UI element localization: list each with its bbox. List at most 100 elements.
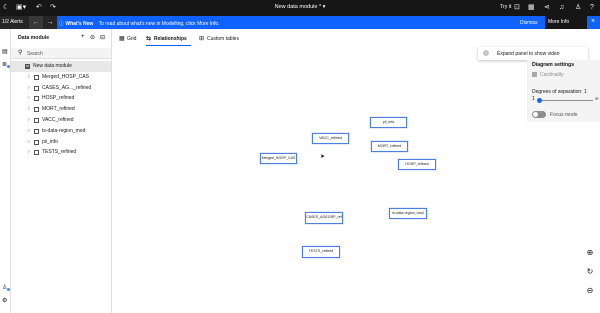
more-info-button[interactable]: More Info [545,16,587,29]
help-icon[interactable]: ? [590,3,594,13]
grid-icon: ▦ [119,36,125,42]
tree-item-label: CASES_AG..._refined [42,84,92,91]
zoom-in-button[interactable]: ⊕ [581,244,599,262]
alert-heading: What's New [65,20,94,27]
table-icon [34,117,39,123]
table-icon [34,85,39,91]
alert-count: 1/2 Alerts [0,16,29,29]
table-icon [34,107,39,113]
table-node[interactable]: VACC_refined [312,133,349,144]
relationships-icon: ⇆ [146,36,152,42]
chevron-right-icon[interactable]: › [28,93,30,104]
tree-item-label: HOSP_refined [42,95,75,102]
close-icon[interactable]: × [591,18,595,25]
degrees-max: ∞ [595,96,599,102]
chevron-right-icon[interactable]: › [28,72,30,83]
tab-custom-tables[interactable]: ⊞ Custom tables [199,34,239,46]
tab-custom-tables-label: Custom tables [207,36,239,42]
popup-label: Expand panel to show video [497,51,560,57]
degrees-slider-thumb[interactable] [537,97,542,103]
redo-icon[interactable]: ↷ [50,3,56,13]
tree-item[interactable]: › VACC_refined [11,115,111,126]
tree-item[interactable]: › Merged_HOSP_CAS [11,72,111,83]
tab-grid[interactable]: ▦ Grid [119,34,136,46]
settings-title: Diagram settings [532,62,575,68]
search-input[interactable]: Search [27,51,43,57]
degrees-label: Degrees of separation: 1 [532,89,587,95]
alert-bar: 1/2 Alerts ← → ⓘ What's New To read abou… [0,16,600,29]
tree-item[interactable]: › ts-data-region_mod [11,126,111,137]
relink-icon[interactable]: ⊘ [90,34,95,41]
tree-item[interactable]: › CASES_AG..._refined [11,83,111,94]
table-node[interactable]: MORT_refined [371,141,408,152]
degrees-slider-track[interactable] [538,99,593,101]
play-icon [483,50,489,56]
focus-mode-label: Focus mode [550,112,578,118]
table-icon [34,139,39,145]
cardinality-checkbox[interactable] [532,72,537,77]
reset-view-button[interactable]: ↻ [581,263,599,281]
table-node[interactable]: ts-data-region_mod [389,208,427,219]
tree-item[interactable]: › pii_info [11,137,111,148]
undo-icon[interactable]: ↶ [36,3,42,13]
tree-item[interactable]: › TESTS_refined [11,147,111,158]
settings-icon[interactable]: ⚙ [2,297,7,304]
tab-relationships[interactable]: ⇆ Relationships [146,34,191,46]
data-module-panel: Data module + ⊘ ⊟ ⚲ Search New data modu… [11,29,112,313]
focus-mode-toggle[interactable] [532,111,546,118]
tree-root[interactable]: New data module [11,61,111,72]
zoom-out-button[interactable]: ⊖ [581,282,599,300]
chevron-down-icon[interactable]: ▾ [323,4,326,10]
table-icon [34,128,39,134]
next-alert-button[interactable]: → [43,16,57,29]
notifications-icon[interactable]: ♫ [559,3,564,13]
tree-root-label: New data module [33,63,72,69]
table-icon [34,150,39,156]
chevron-right-icon[interactable]: › [28,137,30,148]
menu-icon[interactable]: ☾ [3,3,9,13]
table-node[interactable]: HOSP_refined [398,159,436,170]
chart-icon[interactable]: ▦ [528,3,535,13]
cardinality-label: Cardinality [540,72,564,78]
diagram-settings: Diagram settings Cardinality Degrees of … [527,60,600,122]
zoom-in-icon: ⊕ [586,248,594,257]
module-title-label[interactable]: New data module * [275,4,321,10]
previous-alert-button[interactable]: ← [29,16,43,29]
share-icon[interactable]: ⋖ [544,3,550,13]
user-icon[interactable]: ♙ [575,3,581,13]
mouse-cursor: ➤ [320,154,326,160]
tree-item-label: Merged_HOSP_CAS [42,73,89,80]
table-node[interactable]: CASES_AGEGRP_refined [305,212,343,224]
search-box[interactable]: ⚲ Search [11,48,111,59]
panel-title: Data module [18,35,50,41]
chevron-right-icon[interactable]: › [28,115,30,126]
panel-options-icon[interactable]: ⊟ [100,34,105,41]
chevron-right-icon[interactable]: › [28,126,30,137]
table-node[interactable]: pii_info [370,117,407,128]
chevron-right-icon[interactable]: › [28,104,30,115]
chevron-right-icon[interactable]: › [28,83,30,94]
save-icon[interactable]: ▣▾ [16,3,26,13]
try-it-label[interactable]: Try it [500,4,511,10]
tree-item-label: ts-data-region_mod [42,127,86,134]
try-it-toggle-icon[interactable]: ⊡ [514,3,520,13]
table-node[interactable]: TESTS_refined [302,246,340,258]
tab-grid-label: Grid [127,36,137,42]
view-tabs: ▦ Grid ⇆ Relationships ⊞ Custom tables [113,34,600,46]
reset-icon: ↻ [586,267,594,276]
table-icon [34,96,39,102]
dismiss-button[interactable]: Dismiss [520,20,538,26]
search-icon: ⚲ [18,50,23,56]
status-dot [7,288,10,291]
table-icon [34,74,39,80]
tree-item-label: VACC_refined [42,116,74,123]
sources-icon[interactable]: ▤ [2,48,8,55]
table-node[interactable]: Merged_HOSP_CAS [260,153,297,164]
tree: New data module › Merged_HOSP_CAS › CASES_… [11,61,111,158]
chevron-right-icon[interactable]: › [28,147,30,158]
tree-item[interactable]: › HOSP_refined [11,93,111,104]
tree-item[interactable]: › MORT_refined [11,104,111,115]
expand-panel-popup[interactable]: Expand panel to show video [478,47,588,60]
custom-table-icon: ⊞ [199,36,205,42]
add-icon[interactable]: + [81,34,85,40]
